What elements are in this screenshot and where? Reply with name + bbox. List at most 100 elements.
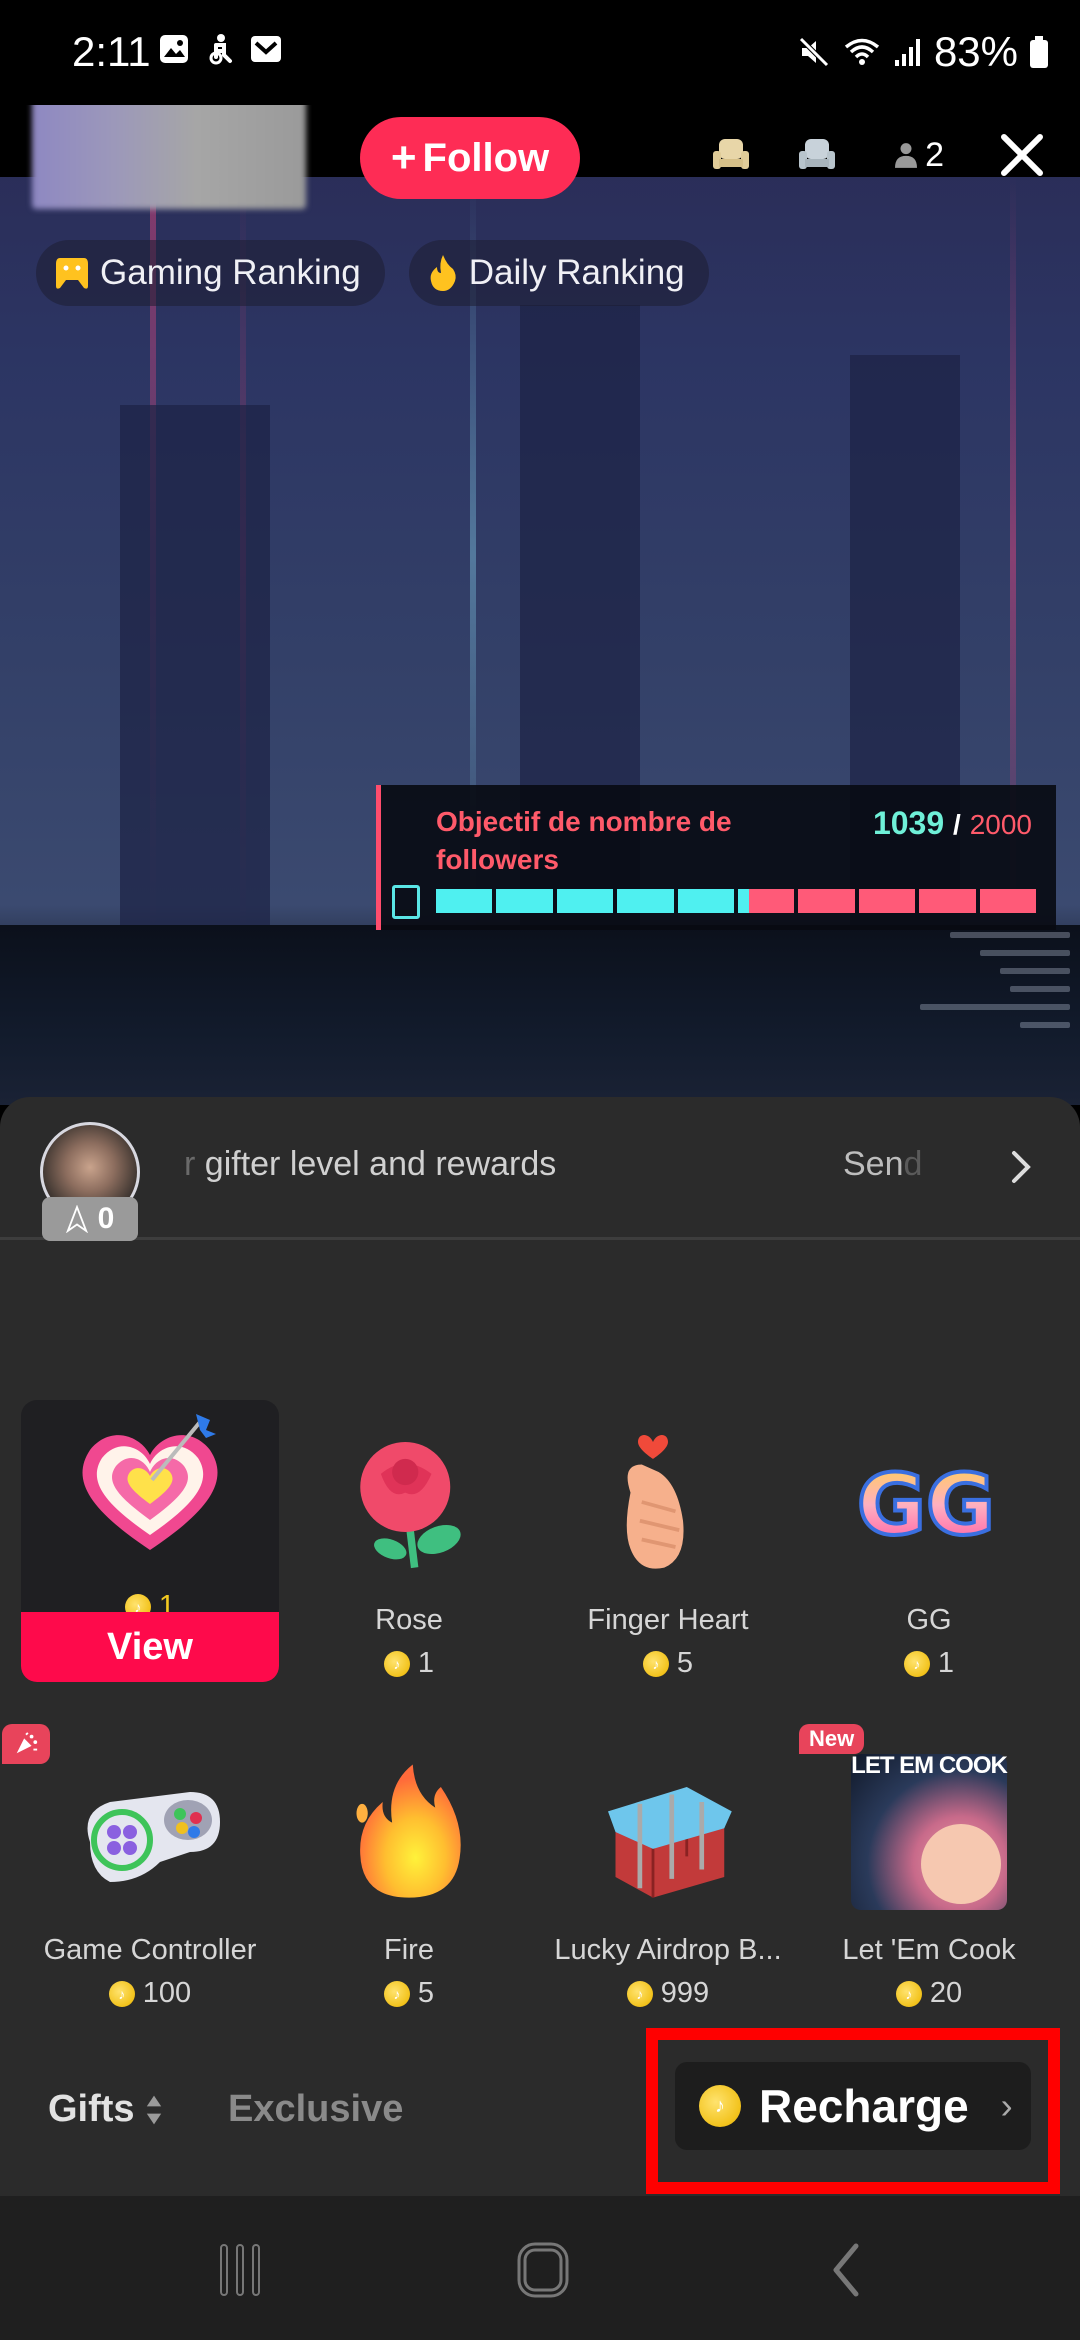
heart-target-icon: [70, 1410, 230, 1570]
recent-apps-button[interactable]: [200, 2238, 280, 2302]
gift-price: ♪ 5: [280, 1977, 538, 2010]
goal-progress-segment: [858, 889, 916, 913]
top-gifter-seat-2[interactable]: [789, 127, 845, 183]
svg-text:GG: GG: [857, 1456, 995, 1554]
level-arrow-icon: [65, 1205, 88, 1233]
let-em-cook-thumbnail: LET EM COOK: [851, 1752, 1008, 1910]
goal-progress-segment: [738, 889, 795, 913]
gift-item-finger-heart[interactable]: Finger Heart ♪ 5: [539, 1422, 797, 1680]
gift-name: Lucky Airdrop B...: [554, 1934, 782, 1966]
chevron-right-icon[interactable]: [1006, 1147, 1036, 1187]
gift-price: ♪ 5: [539, 1647, 797, 1680]
goal-count: 1039 / 2000: [873, 805, 1032, 842]
status-bar: 2:11 83%: [0, 0, 1080, 105]
game-hud-overlay: [900, 920, 1070, 1100]
gift-item-heart-target[interactable]: ♪ 1 View: [21, 1400, 279, 1682]
close-icon: [1001, 134, 1043, 176]
goal-device-icon: [392, 885, 420, 919]
party-popper-icon: [16, 1732, 38, 1754]
building-silhouette: [120, 405, 270, 925]
coin-icon: ♪: [383, 1650, 410, 1677]
top-right-controls: 2: [703, 127, 1050, 183]
live-video[interactable]: + Follow 2 Gaming Ranking Daily Ranking …: [0, 105, 1080, 1105]
goal-progress-segment: [677, 889, 735, 913]
coin-icon: ♪: [642, 1650, 669, 1677]
back-button[interactable]: [806, 2238, 886, 2302]
tab-exclusive[interactable]: Exclusive: [228, 2088, 403, 2131]
goal-separator: /: [953, 809, 961, 840]
armchair-gold-icon: [713, 139, 750, 169]
goal-progress-segment: [496, 889, 553, 913]
gift-name: GG: [906, 1604, 952, 1636]
goal-current: 1039: [872, 805, 945, 841]
hud-line: [1010, 986, 1070, 992]
status-time: 2:11: [72, 28, 151, 75]
goal-target: 2000: [969, 809, 1032, 840]
gifter-text: r gifter level and rewards: [184, 1145, 557, 1183]
gift-name: Let 'Em Cook: [842, 1934, 1016, 1966]
ranking-row: Gaming Ranking Daily Ranking: [36, 240, 709, 306]
gift-price: ♪ 1: [280, 1647, 538, 1680]
gift-name: Fire: [384, 1934, 434, 1966]
close-button[interactable]: [994, 127, 1050, 183]
wifi-icon: [844, 38, 880, 65]
view-button[interactable]: View: [21, 1612, 279, 1682]
home-button[interactable]: [503, 2238, 583, 2302]
gift-name: Rose: [375, 1604, 443, 1636]
accessibility-icon: [209, 34, 232, 65]
character-face: [921, 1824, 1001, 1904]
host-avatar[interactable]: [32, 105, 306, 209]
send-text: Send: [843, 1145, 923, 1183]
gifter-level-banner[interactable]: 0 r gifter level and rewards Send: [0, 1097, 1080, 1241]
daily-ranking-pill[interactable]: Daily Ranking: [408, 240, 709, 306]
gift-item-gg[interactable]: GG GG ♪ 1: [800, 1422, 1058, 1680]
thumbnail-caption: LET EM COOK: [851, 1752, 1008, 1779]
gift-price: ♪ 100: [21, 1977, 279, 2010]
coin-icon: ♪: [383, 1980, 410, 2007]
coin-icon: ♪: [626, 1980, 653, 2007]
goal-title: Objectif de nombre de followers: [436, 806, 732, 875]
goal-progress-segment: [798, 889, 855, 913]
signal-icon: [894, 39, 920, 66]
gift-panel-footer: Gifts Exclusive ♪ Recharge ›: [0, 2032, 1080, 2197]
back-icon: [833, 2243, 859, 2297]
gg-icon: GG: [849, 1422, 1009, 1582]
viewer-count[interactable]: 2: [875, 136, 964, 175]
top-gifter-seat-1[interactable]: [703, 127, 759, 183]
rose-icon: [329, 1422, 489, 1582]
hud-line: [920, 1004, 1070, 1010]
follow-button[interactable]: + Follow: [360, 117, 580, 199]
fire-icon: [329, 1752, 489, 1912]
battery-percent: 83%: [933, 28, 1018, 75]
mute-icon: [799, 37, 829, 67]
gift-name: Finger Heart: [587, 1604, 749, 1636]
game-controller-icon: [2, 1724, 230, 1912]
coin-icon: ♪: [699, 2085, 741, 2127]
finger-heart-icon: [588, 1422, 748, 1582]
coin-icon: ♪: [895, 1980, 922, 2007]
tab-gifts[interactable]: Gifts: [48, 2088, 163, 2131]
recent-apps-icon: [220, 2244, 260, 2296]
gift-item-rose[interactable]: Rose ♪ 1: [280, 1422, 538, 1680]
recharge-button[interactable]: ♪ Recharge ›: [675, 2062, 1031, 2150]
airdrop-box-icon: [588, 1752, 748, 1912]
hud-line: [1020, 1022, 1070, 1028]
home-icon: [517, 2242, 569, 2298]
gallery-icon: [160, 35, 188, 63]
hud-line: [950, 932, 1070, 938]
notification-icons: [158, 33, 282, 65]
gift-item-game-controller[interactable]: Game Controller ♪ 100: [2, 1724, 279, 2010]
hud-line: [1000, 968, 1070, 974]
goal-progress-segment: [436, 889, 493, 913]
gift-item-let-em-cook[interactable]: New LET EM COOK Let 'Em Cook ♪ 20: [799, 1724, 1058, 2010]
system-nav-bar: [0, 2196, 1080, 2340]
sort-arrows-icon: [146, 2095, 161, 2124]
gift-item-lucky-airdrop[interactable]: Lucky Airdrop B... ♪ 999: [539, 1752, 797, 2010]
person-icon: [895, 143, 918, 168]
flame-icon: [430, 255, 456, 291]
gaming-ranking-pill[interactable]: Gaming Ranking: [36, 240, 385, 306]
gift-item-fire[interactable]: Fire ♪ 5: [280, 1752, 538, 2010]
coin-icon: ♪: [903, 1650, 930, 1677]
chevron-right-icon: ›: [1000, 2085, 1013, 2126]
goal-progress-segment: [617, 889, 674, 913]
